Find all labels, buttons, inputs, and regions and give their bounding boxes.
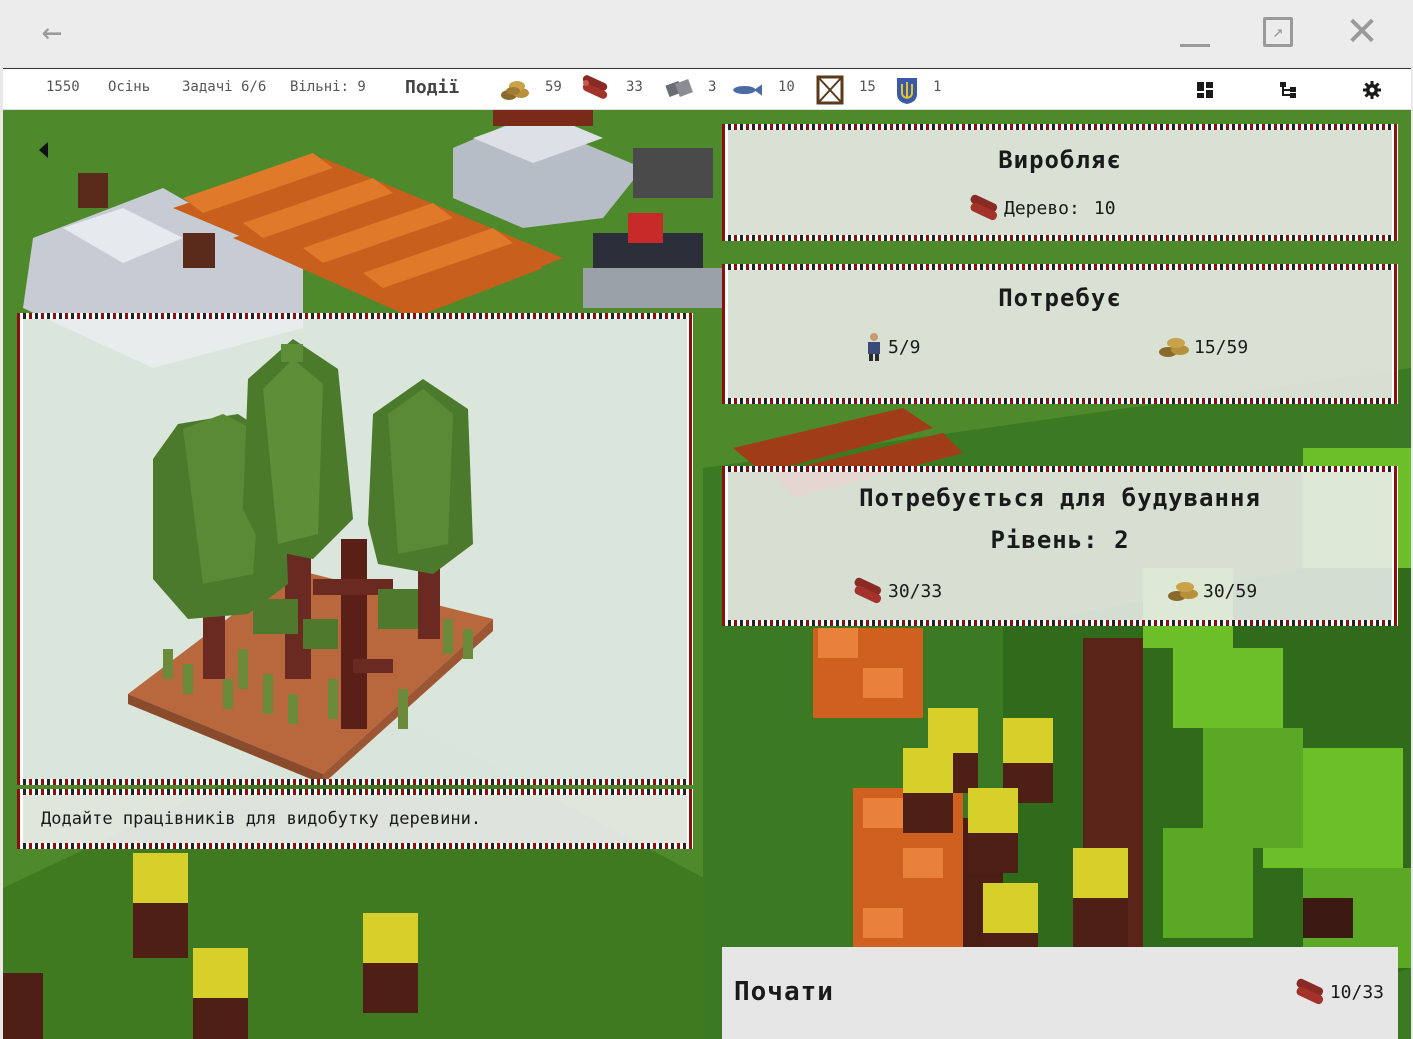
wood-logs-icon [970,194,998,221]
tree-structure-icon[interactable] [1279,81,1297,99]
loom-icon [816,75,844,105]
grid-icon[interactable] [1196,81,1214,99]
coins-icon [1168,582,1198,601]
maximize-icon[interactable]: ↗ [1258,12,1298,52]
year-label: 1550 [46,79,80,95]
build-coins-row: 30/59 [1165,576,1257,606]
produces-panel: Виробляє Дерево: 10 [722,124,1398,241]
gear-icon[interactable] [1363,81,1381,99]
start-cost: 10/33 [1292,977,1384,1007]
events-button[interactable]: Події [405,77,459,98]
fish-count: 10 [778,79,795,95]
free-workers-label: Вільні: 9 [290,79,366,95]
build-wood-row: 30/33 [850,576,942,606]
build-requirements-panel: Потребується для будування Рівень: 2 30/… [722,466,1398,626]
build-title: Потребується для будування [859,484,1261,512]
season-label: Осінь [108,79,151,95]
tasks-label[interactable]: Задачі 6/6 [182,79,266,95]
wood-logs-icon [582,75,608,99]
requires-workers-row: 5/9 [862,332,921,362]
window-titlebar: ← ↗ ✕ [0,0,1413,66]
forest-building-model [128,339,493,784]
stone-icon [665,79,693,98]
build-coins-value: 30/59 [1203,580,1258,602]
resource-bar: 1550 Осінь Задачі 6/6 Вільні: 9 Події 59… [3,68,1411,110]
trident-emblem-icon [897,78,917,104]
produces-wood-label: Дерево: [1004,197,1080,219]
collapse-panel-icon[interactable] [36,140,52,160]
produces-title: Виробляє [998,146,1122,174]
fish-icon [733,84,762,96]
cloth-count: 15 [859,79,876,95]
stone-count: 3 [708,79,717,95]
coins-count: 59 [545,79,562,95]
coins-icon [501,81,529,100]
requires-coins-row: 15/59 [1156,332,1248,362]
requires-panel: Потребує 5/9 15/59 [722,264,1398,404]
produces-wood-value: 10 [1093,197,1116,219]
wood-count: 33 [626,79,643,95]
coins-icon [1159,338,1189,357]
requires-title: Потребує [998,284,1122,312]
minimize-icon[interactable] [1175,12,1215,52]
requires-workers-value: 5/9 [888,336,921,358]
build-level: Рівень: 2 [990,526,1130,554]
build-wood-value: 30/33 [888,580,943,602]
building-preview [17,313,693,785]
start-label: Почати [734,977,834,1007]
emblem-count: 1 [933,79,942,95]
start-wood-cost: 10/33 [1329,981,1384,1003]
requires-coins-value: 15/59 [1194,336,1249,358]
wood-logs-icon [1296,978,1323,1005]
wood-logs-icon [854,577,882,604]
worker-icon [868,333,880,361]
produces-wood-row: Дерево: 10 [966,193,1116,223]
arrow-left-icon[interactable]: ← [32,12,72,52]
close-icon[interactable]: ✕ [1342,9,1382,55]
hint-message: Додайте працівників для видобутку дереви… [17,789,693,849]
start-button[interactable]: Почати 10/33 [722,947,1398,1039]
